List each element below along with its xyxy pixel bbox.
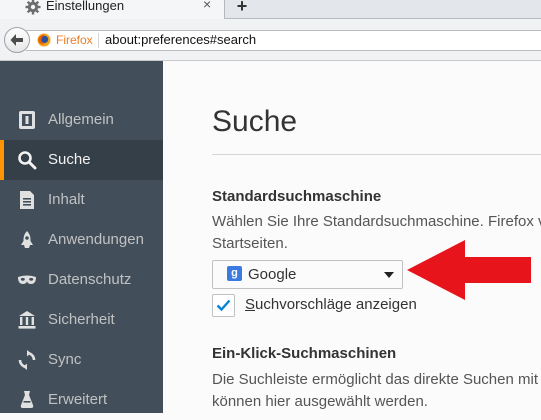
firefox-logo-icon	[37, 33, 51, 47]
sidebar-item-label: Sync	[48, 351, 82, 368]
sidebar-item-general[interactable]: Allgemein	[0, 100, 163, 140]
search-suggestions-checkbox[interactable]	[212, 294, 235, 317]
tab-strip: Einstellungen × +	[0, 0, 541, 19]
sidebar-item-label: Sicherheit	[48, 311, 115, 328]
identity-label: Firefox	[56, 33, 93, 47]
sidebar-item-label: Anwendungen	[48, 231, 144, 248]
sidebar-item-label: Inhalt	[48, 191, 85, 208]
tab-title: Einstellungen	[46, 0, 125, 13]
one-click-description-line-1: Die Suchleiste ermöglicht das direkte Su…	[212, 371, 541, 388]
selection-marker	[0, 140, 4, 180]
sidebar-item-applications[interactable]: Anwendungen	[0, 220, 163, 260]
default-engine-dropdown[interactable]: g Google	[212, 260, 403, 289]
default-engine-description-line-2: Startseiten.	[212, 235, 288, 252]
back-button[interactable]	[4, 27, 30, 53]
search-suggestions-label[interactable]: Suchvorschläge anzeigen	[245, 296, 417, 313]
sync-icon	[18, 350, 36, 370]
gear-icon	[25, 0, 41, 15]
back-arrow-icon	[10, 34, 23, 46]
selected-engine: Google	[248, 266, 297, 283]
sidebar-item-label: Allgemein	[48, 111, 114, 128]
page-title: Suche	[212, 105, 298, 138]
one-click-description-line-2: können hier ausgewählt werden.	[212, 393, 428, 410]
sidebar-item-privacy[interactable]: Datenschutz	[0, 260, 163, 300]
sidebar-item-search[interactable]: Suche	[0, 140, 163, 180]
sidebar-item-label: Erweitert	[48, 391, 108, 408]
navigation-bar: Firefox about:preferences#search	[0, 19, 541, 61]
red-arrow-icon	[407, 240, 531, 300]
advanced-icon	[20, 391, 34, 408]
applications-icon	[21, 231, 33, 248]
sidebar-item-security[interactable]: Sicherheit	[0, 300, 163, 340]
checkmark-icon	[216, 299, 231, 312]
url-bar[interactable]: Firefox about:preferences#search	[26, 30, 541, 51]
sidebar-item-content[interactable]: Inhalt	[0, 180, 163, 220]
preferences-content: Suche Standardsuchmaschine Wählen Sie Ih…	[163, 61, 541, 413]
google-icon: g	[227, 266, 242, 281]
sidebar-item-label: Suche	[48, 151, 91, 168]
url-text[interactable]: about:preferences#search	[105, 32, 256, 47]
label-text: uchvorschläge anzeigen	[255, 296, 417, 313]
sidebar-item-label: Datenschutz	[48, 271, 132, 288]
preferences-sidebar: Allgemein Suche Inhalt Anwendungen Daten…	[0, 61, 163, 413]
content-icon	[20, 191, 34, 209]
sidebar-item-advanced[interactable]: Erweitert	[0, 380, 163, 420]
sidebar-item-sync[interactable]: Sync	[0, 340, 163, 380]
tab-close-icon[interactable]: ×	[203, 0, 211, 11]
new-tab-button[interactable]: +	[228, 0, 256, 16]
one-click-heading: Ein-Klick-Suchmaschinen	[212, 345, 397, 362]
dropdown-caret-icon	[384, 272, 394, 278]
default-engine-heading: Standardsuchmaschine	[212, 188, 382, 205]
title-divider	[212, 154, 541, 155]
privacy-mask-icon	[18, 275, 36, 284]
default-engine-description-line-1: Wählen Sie Ihre Standardsuchmaschine. Fi…	[212, 213, 541, 230]
security-icon	[18, 311, 36, 329]
mnemonic-letter: S	[245, 296, 256, 313]
general-icon	[19, 111, 35, 129]
url-separator	[98, 33, 99, 48]
tab-preferences[interactable]: Einstellungen ×	[0, 0, 225, 19]
search-icon	[18, 151, 37, 170]
